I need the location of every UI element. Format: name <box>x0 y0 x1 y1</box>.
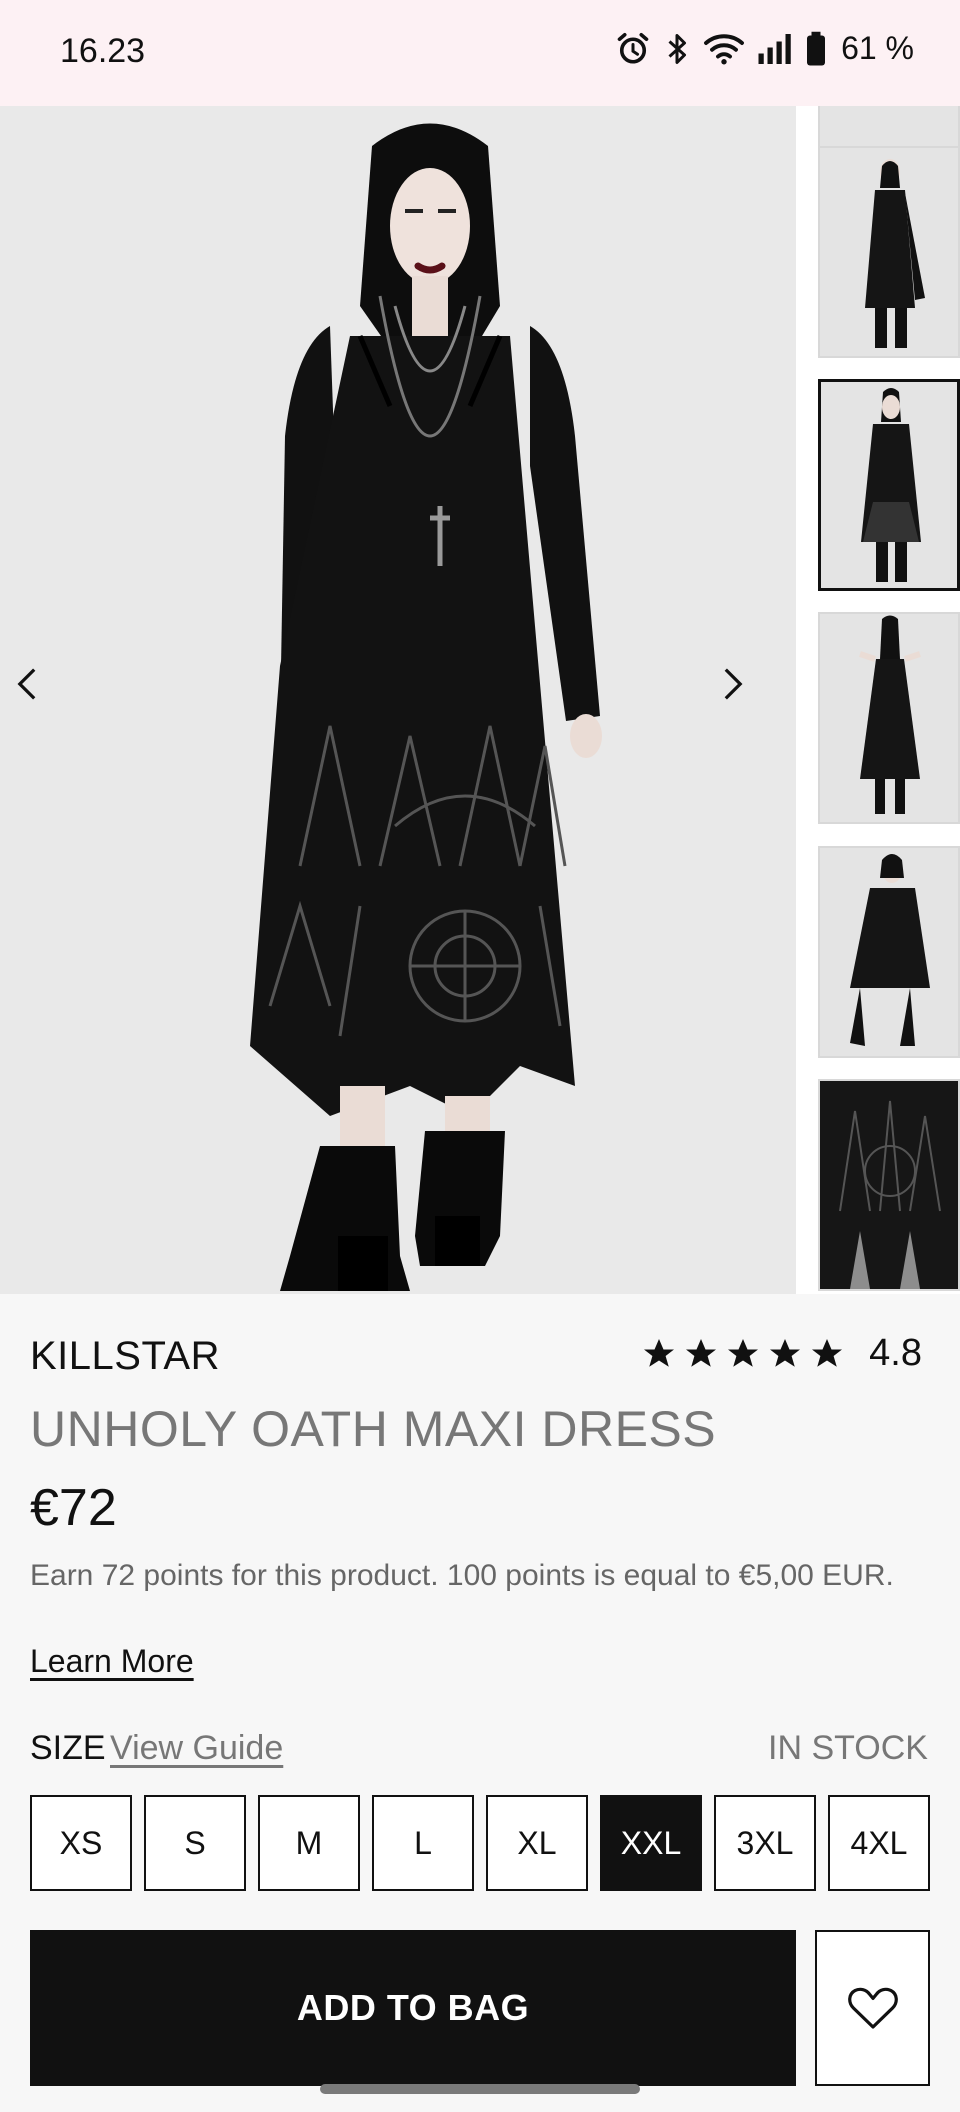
product-price: €72 <box>30 1479 117 1537</box>
heart-icon <box>847 1987 898 2029</box>
rating-value: 4.8 <box>869 1332 922 1374</box>
wishlist-button[interactable] <box>815 1930 930 2086</box>
status-icons: 61 % <box>615 30 914 67</box>
size-option-l[interactable]: L <box>372 1795 474 1891</box>
product-gallery <box>0 106 960 1294</box>
thumbnail-5[interactable] <box>818 846 960 1058</box>
battery-icon <box>807 31 826 65</box>
thumbnail-4[interactable] <box>818 612 960 824</box>
brand-name[interactable]: KILLSTAR <box>30 1334 220 1379</box>
size-option-s[interactable]: S <box>144 1795 246 1891</box>
size-option-4xl[interactable]: 4XL <box>828 1795 930 1891</box>
battery-percentage: 61 % <box>841 30 914 66</box>
size-option-xxl[interactable]: XXL <box>600 1795 702 1891</box>
size-option-3xl[interactable]: 3XL <box>714 1795 816 1891</box>
star-icon <box>686 1338 717 1367</box>
thumbnail-2[interactable] <box>818 146 960 358</box>
gallery-next-button[interactable] <box>722 666 782 726</box>
star-icon <box>770 1338 801 1367</box>
star-icon <box>644 1338 675 1367</box>
size-option-xl[interactable]: XL <box>486 1795 588 1891</box>
bluetooth-icon <box>668 33 687 64</box>
stock-status: IN STOCK <box>768 1729 928 1767</box>
size-option-m[interactable]: M <box>258 1795 360 1891</box>
size-guide-link[interactable]: View Guide <box>110 1729 283 1768</box>
star-icon <box>728 1338 759 1367</box>
alarm-icon <box>617 32 649 64</box>
model-dress-illustration <box>0 106 796 1294</box>
chevron-right-icon <box>724 668 743 700</box>
thumbnail-6[interactable] <box>818 1079 960 1291</box>
status-bar: 16.23 61 % <box>0 0 960 106</box>
thumbnail-3[interactable] <box>818 379 960 591</box>
size-option-xs[interactable]: XS <box>30 1795 132 1891</box>
product-rating[interactable]: 4.8 <box>641 1332 922 1375</box>
size-options: XS S M L XL XXL 3XL 4XL <box>30 1795 930 1891</box>
main-product-image[interactable] <box>0 106 796 1294</box>
add-to-bag-button[interactable]: ADD TO BAG <box>30 1930 796 2086</box>
star-icon <box>812 1338 843 1367</box>
loyalty-points-text: Earn 72 points for this product. 100 poi… <box>30 1559 894 1592</box>
chevron-left-icon <box>17 668 36 700</box>
thumbnail-strip[interactable] <box>818 106 960 1294</box>
learn-more-link[interactable]: Learn More <box>30 1643 194 1680</box>
wifi-icon <box>704 33 745 64</box>
signal-icon <box>758 33 791 64</box>
size-label: SIZE <box>30 1729 106 1767</box>
gallery-prev-button[interactable] <box>16 666 76 726</box>
product-title: UNHOLY OATH MAXI DRESS <box>30 1401 717 1457</box>
home-indicator[interactable] <box>320 2084 640 2094</box>
status-time: 16.23 <box>60 32 146 70</box>
